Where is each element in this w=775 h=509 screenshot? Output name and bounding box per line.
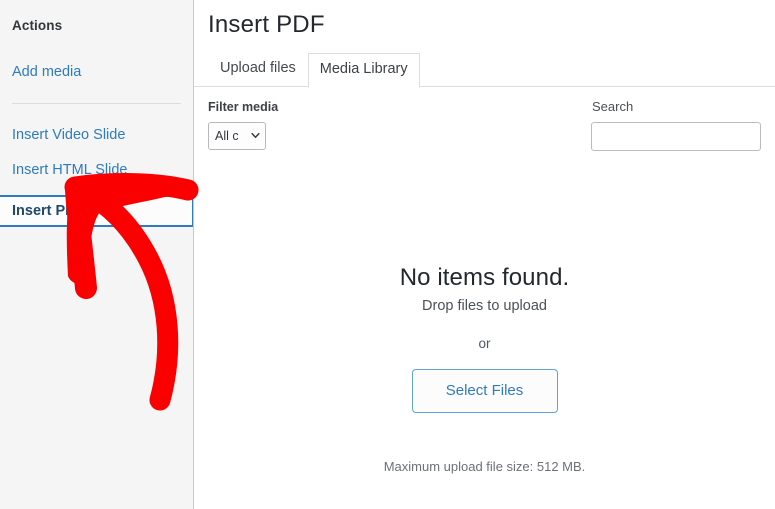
tab-upload-files[interactable]: Upload files (208, 52, 308, 87)
search-group: Search (591, 99, 761, 151)
empty-state-or-text: or (478, 336, 491, 351)
search-label: Search (592, 99, 634, 114)
filter-media-group: Filter media All c (208, 99, 278, 150)
sidebar-item-insert-pdf[interactable]: Insert PDF (0, 195, 193, 227)
sidebar-item-insert-pdf-label: Insert PDF (12, 203, 85, 219)
search-input[interactable] (591, 122, 761, 151)
tab-media-library[interactable]: Media Library (307, 53, 420, 88)
sidebar-item-insert-html-slide[interactable]: Insert HTML Slide (0, 161, 193, 179)
media-library-modal: Actions Add media Insert Video Slide Ins… (0, 0, 775, 509)
sidebar-item-insert-video-slide[interactable]: Insert Video Slide (0, 126, 193, 144)
sidebar: Actions Add media Insert Video Slide Ins… (0, 0, 194, 509)
main-content: Insert PDF Upload files Media Library Fi… (194, 0, 775, 509)
filter-media-select-wrap: All c (208, 122, 266, 150)
select-files-button[interactable]: Select Files (411, 369, 558, 413)
filter-media-label: Filter media (208, 100, 279, 114)
empty-state-subtitle: Drop files to upload (422, 298, 547, 314)
sidebar-item-add-media[interactable]: Add media (0, 63, 193, 81)
empty-state-title: No items found. (399, 264, 570, 291)
page-title: Insert PDF (208, 11, 325, 38)
sidebar-divider (12, 103, 181, 104)
library-toolbar: Filter media All c Search (194, 87, 775, 159)
filter-media-select[interactable]: All c (208, 122, 266, 150)
max-upload-size-text: Maximum upload file size: 512 MB. (383, 459, 586, 474)
tab-bar: Upload files Media Library (194, 52, 775, 88)
empty-state: No items found. Drop files to upload or … (194, 262, 775, 413)
sidebar-heading: Actions (12, 18, 63, 33)
